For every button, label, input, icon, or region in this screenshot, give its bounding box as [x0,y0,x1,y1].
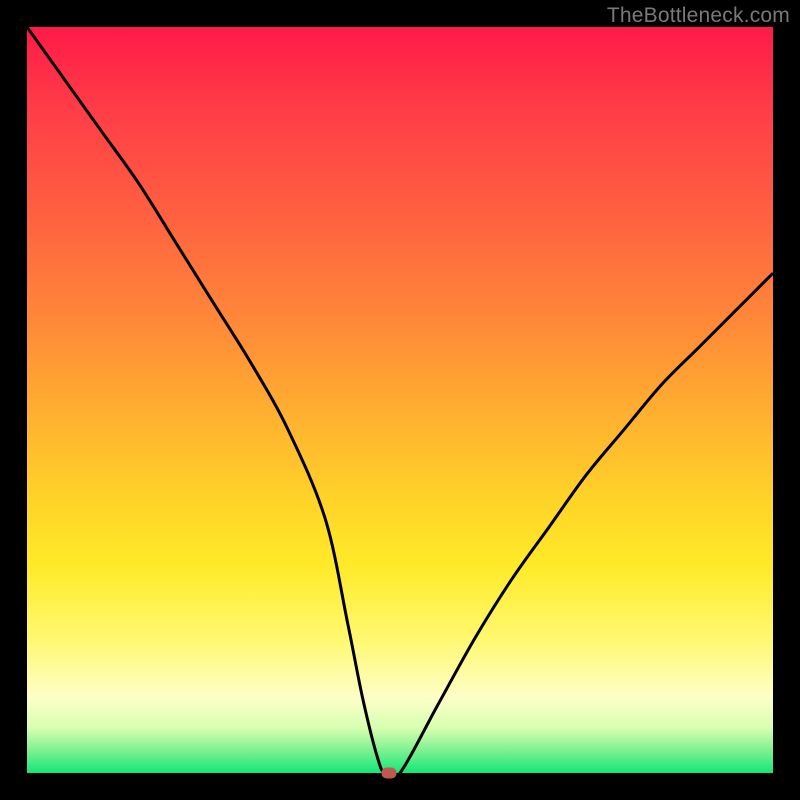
bottleneck-marker [381,768,396,779]
chart-frame: TheBottleneck.com [0,0,800,800]
curve-svg [27,27,773,773]
plot-area [27,27,773,773]
watermark-text: TheBottleneck.com [607,4,790,28]
bottleneck-curve [27,27,773,773]
